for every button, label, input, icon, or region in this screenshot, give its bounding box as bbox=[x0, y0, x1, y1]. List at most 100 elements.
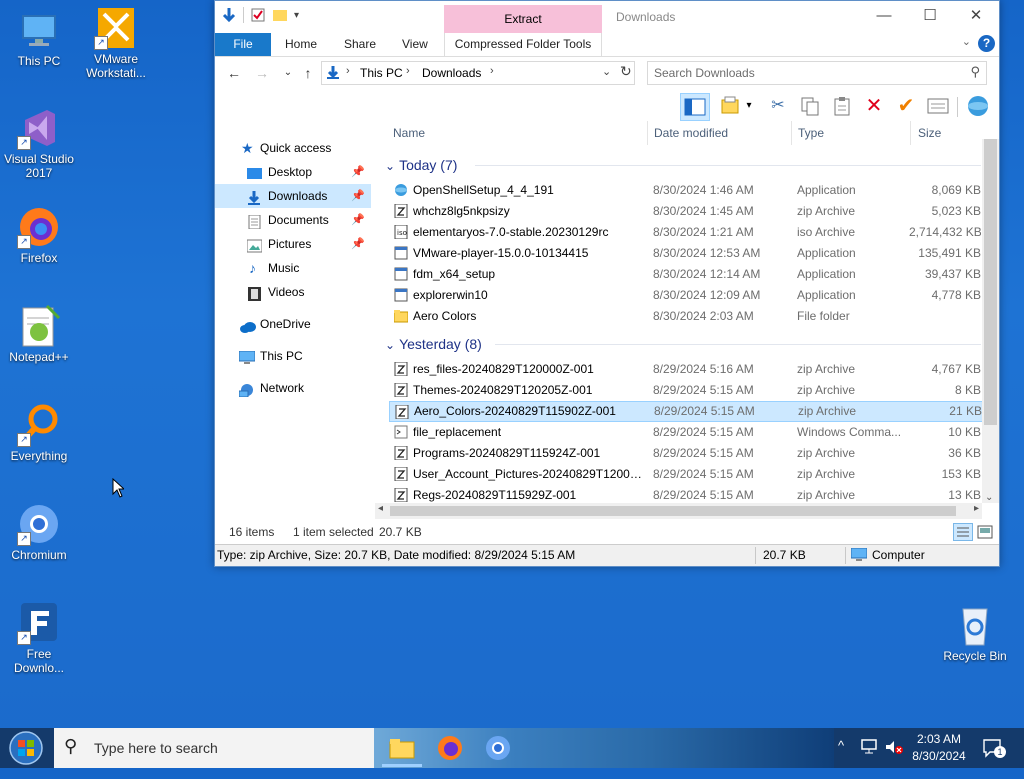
scroll-thumb[interactable] bbox=[984, 139, 997, 425]
scroll-right-arrow-icon[interactable]: ▸ bbox=[974, 503, 979, 514]
desktop-icon-everything[interactable]: ↗ Everything bbox=[2, 403, 76, 463]
new-folder-icon[interactable] bbox=[272, 7, 288, 23]
volume-muted-icon[interactable] bbox=[884, 739, 904, 779]
file-row[interactable]: iso elementaryos-7.0-stable.20230129rc 8/3… bbox=[389, 222, 981, 243]
tab-view[interactable]: View bbox=[402, 33, 428, 56]
large-icons-view-icon[interactable] bbox=[977, 524, 993, 546]
desktop-icon-recycle-bin[interactable]: Recycle Bin bbox=[938, 603, 1012, 663]
file-row[interactable]: Aero_Colors-20240829T115902Z-001 8/29/202… bbox=[389, 401, 983, 422]
scroll-thumb[interactable] bbox=[390, 506, 956, 516]
taskbar-file-explorer-icon[interactable] bbox=[382, 734, 422, 767]
nav-documents[interactable]: Documents 📌 bbox=[215, 208, 371, 232]
properties-icon[interactable] bbox=[925, 93, 951, 119]
file-row[interactable]: res_files-20240829T120000Z-001 8/29/2024 … bbox=[389, 359, 981, 380]
collapse-chevron-icon[interactable]: ⌄ bbox=[385, 159, 395, 173]
column-header-size[interactable]: Size bbox=[918, 121, 941, 145]
column-divider[interactable] bbox=[647, 121, 648, 145]
start-button[interactable] bbox=[0, 728, 54, 768]
column-header-type[interactable]: Type bbox=[798, 121, 824, 145]
organize-dropdown-icon[interactable]: ▾ bbox=[743, 93, 755, 119]
pin-icon[interactable]: 📌 bbox=[351, 160, 365, 184]
back-button[interactable]: ← bbox=[225, 64, 243, 82]
taskbar-chromium-icon[interactable] bbox=[484, 734, 512, 762]
vertical-scrollbar[interactable]: ⌄ bbox=[982, 139, 999, 503]
paste-icon[interactable] bbox=[829, 93, 855, 119]
pin-icon[interactable]: 📌 bbox=[351, 208, 365, 232]
nav-pictures[interactable]: Pictures 📌 bbox=[215, 232, 371, 256]
tab-compressed-folder-tools[interactable]: Compressed Folder Tools bbox=[444, 33, 602, 56]
nav-desktop[interactable]: Desktop 📌 bbox=[215, 160, 371, 184]
recent-locations-chevron-icon[interactable]: ⌄ bbox=[279, 64, 297, 82]
nav-onedrive[interactable]: OneDrive bbox=[215, 312, 371, 336]
file-row[interactable]: Aero Colors 8/30/2024 2:03 AM File folder bbox=[389, 306, 981, 327]
rename-check-icon[interactable]: ✔ bbox=[893, 93, 919, 119]
file-row[interactable]: VMware-player-15.0.0-10134415 8/30/2024 1… bbox=[389, 243, 981, 264]
breadcrumb-separator-icon[interactable]: › bbox=[406, 65, 410, 77]
system-clock[interactable]: 2:03 AM 8/30/2024 bbox=[904, 731, 974, 765]
nav-network[interactable]: Network bbox=[215, 376, 371, 400]
open-shell-icon[interactable] bbox=[965, 93, 991, 119]
column-header-name[interactable]: Name bbox=[393, 121, 425, 145]
desktop-icon-firefox[interactable]: ↗ Firefox bbox=[2, 205, 76, 265]
taskbar-search-input[interactable]: Type here to search bbox=[94, 740, 218, 756]
desktop-icon-visual-studio[interactable]: ↗ Visual Studio 2017 bbox=[2, 106, 76, 180]
search-box[interactable]: Search Downloads ⚲ bbox=[647, 61, 987, 85]
address-bar[interactable]: › This PC › Downloads › ⌄ ↻ bbox=[321, 61, 635, 85]
breadcrumb-separator-icon[interactable]: › bbox=[346, 65, 350, 77]
desktop-icon-vmware[interactable]: ↗ VMware Workstati... bbox=[79, 6, 153, 80]
scroll-left-arrow-icon[interactable]: ◂ bbox=[378, 503, 383, 514]
breadcrumb-this-pc[interactable]: This PC bbox=[360, 66, 403, 80]
copy-icon[interactable] bbox=[797, 93, 823, 119]
tab-share[interactable]: Share bbox=[344, 33, 376, 56]
delete-icon[interactable]: ✕ bbox=[861, 93, 887, 119]
minimize-button[interactable]: — bbox=[861, 1, 907, 31]
organize-icon[interactable] bbox=[717, 93, 743, 119]
network-icon[interactable] bbox=[860, 739, 878, 779]
taskbar-firefox-icon[interactable] bbox=[436, 734, 464, 762]
expand-ribbon-chevron-icon[interactable]: ⌄ bbox=[962, 35, 971, 48]
nav-downloads[interactable]: Downloads 📌 bbox=[215, 184, 371, 208]
file-row[interactable]: explorerwin10 8/30/2024 12:09 AM Applicati… bbox=[389, 285, 981, 306]
details-view-icon[interactable] bbox=[953, 523, 973, 541]
pin-icon[interactable]: 📌 bbox=[351, 232, 365, 256]
down-arrow-icon[interactable] bbox=[221, 7, 237, 23]
file-row[interactable]: Programs-20240829T115924Z-001 8/29/2024 5… bbox=[389, 443, 981, 464]
tab-home[interactable]: Home bbox=[285, 33, 317, 56]
breadcrumb-downloads[interactable]: Downloads bbox=[422, 66, 481, 80]
search-input[interactable]: Search Downloads bbox=[654, 66, 755, 80]
file-row[interactable]: Themes-20240829T120205Z-001 8/29/2024 5:1… bbox=[389, 380, 981, 401]
group-header-today[interactable]: ⌄ Today (7) bbox=[385, 153, 985, 177]
nav-music[interactable]: ♪ Music bbox=[215, 256, 371, 280]
taskbar-search-box[interactable]: ⚲ Type here to search bbox=[54, 728, 374, 768]
properties-icon[interactable] bbox=[250, 7, 266, 23]
group-header-yesterday[interactable]: ⌄ Yesterday (8) bbox=[385, 332, 985, 356]
column-divider[interactable] bbox=[910, 121, 911, 145]
file-row[interactable]: whchz8lg5nkpsizy 8/30/2024 1:45 AM zip Arc… bbox=[389, 201, 981, 222]
customize-qat-icon[interactable]: ▾ bbox=[294, 10, 299, 21]
cut-icon[interactable]: ✂ bbox=[765, 93, 791, 119]
context-tab-extract[interactable]: Extract bbox=[444, 5, 602, 33]
file-row[interactable]: User_Account_Pictures-20240829T120017...… bbox=[389, 464, 981, 485]
close-button[interactable]: ✕ bbox=[953, 1, 999, 31]
tab-file[interactable]: File bbox=[215, 33, 271, 56]
desktop-icon-chromium[interactable]: ↗ Chromium bbox=[2, 502, 76, 562]
nav-quick-access[interactable]: ★ Quick access bbox=[215, 136, 371, 160]
column-divider[interactable] bbox=[791, 121, 792, 145]
desktop-icon-this-pc[interactable]: This PC bbox=[2, 8, 76, 68]
help-button[interactable]: ? bbox=[978, 35, 995, 52]
column-header-date-modified[interactable]: Date modified bbox=[654, 121, 728, 145]
refresh-icon[interactable]: ↻ bbox=[620, 63, 632, 80]
collapse-chevron-icon[interactable]: ⌄ bbox=[385, 338, 395, 352]
file-row[interactable]: file_replacement 8/29/2024 5:15 AM Windows… bbox=[389, 422, 981, 443]
scroll-down-arrow-icon[interactable]: ⌄ bbox=[985, 492, 993, 503]
horizontal-scrollbar[interactable]: ◂ ▸ bbox=[375, 503, 982, 519]
action-center-button[interactable]: 1 bbox=[982, 738, 1006, 778]
nav-videos[interactable]: Videos bbox=[215, 280, 371, 304]
address-history-chevron-icon[interactable]: ⌄ bbox=[602, 65, 611, 78]
pin-icon[interactable]: 📌 bbox=[351, 184, 365, 208]
up-button[interactable]: ↑ bbox=[299, 64, 317, 82]
forward-button[interactable]: → bbox=[253, 64, 271, 82]
maximize-button[interactable]: ☐ bbox=[907, 1, 953, 31]
nav-this-pc[interactable]: This PC bbox=[215, 344, 371, 368]
desktop-icon-notepad-plus-plus[interactable]: Notepad++ bbox=[2, 304, 76, 364]
